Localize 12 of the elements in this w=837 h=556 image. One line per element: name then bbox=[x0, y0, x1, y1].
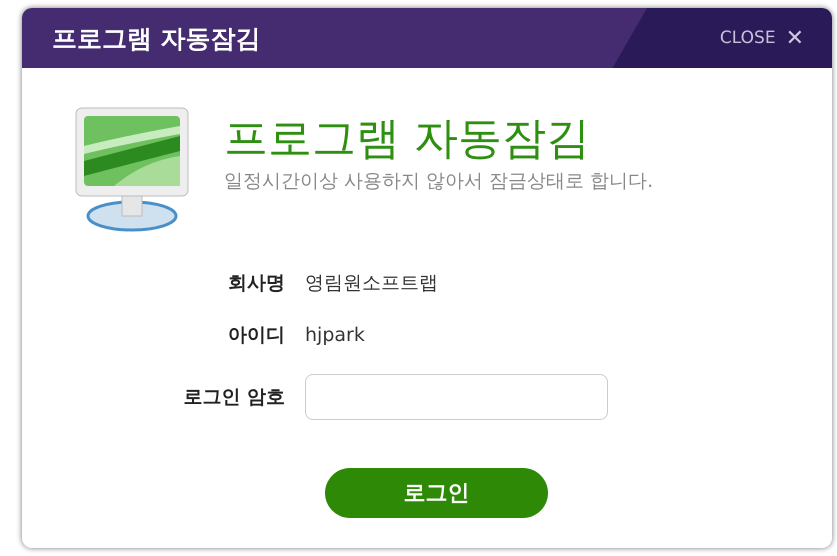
password-field[interactable] bbox=[305, 374, 608, 420]
field-label: 아이디 bbox=[228, 323, 285, 348]
close-button[interactable]: CLOSE ✕ bbox=[720, 26, 804, 50]
field-value: hjpark bbox=[305, 324, 365, 346]
monitor-icon bbox=[74, 106, 190, 234]
lock-heading: 프로그램 자동잠김 bbox=[224, 112, 591, 166]
field-label: 로그인 암호 bbox=[183, 385, 285, 410]
lock-message: 일정시간이상 사용하지 않아서 잠금상태로 합니다. bbox=[224, 169, 654, 194]
field-value: 영림원소프트랩 bbox=[305, 271, 438, 296]
field-label: 회사명 bbox=[228, 271, 285, 296]
window-title: 프로그램 자동잠김 bbox=[52, 22, 261, 54]
login-button[interactable]: 로그인 bbox=[325, 468, 548, 518]
